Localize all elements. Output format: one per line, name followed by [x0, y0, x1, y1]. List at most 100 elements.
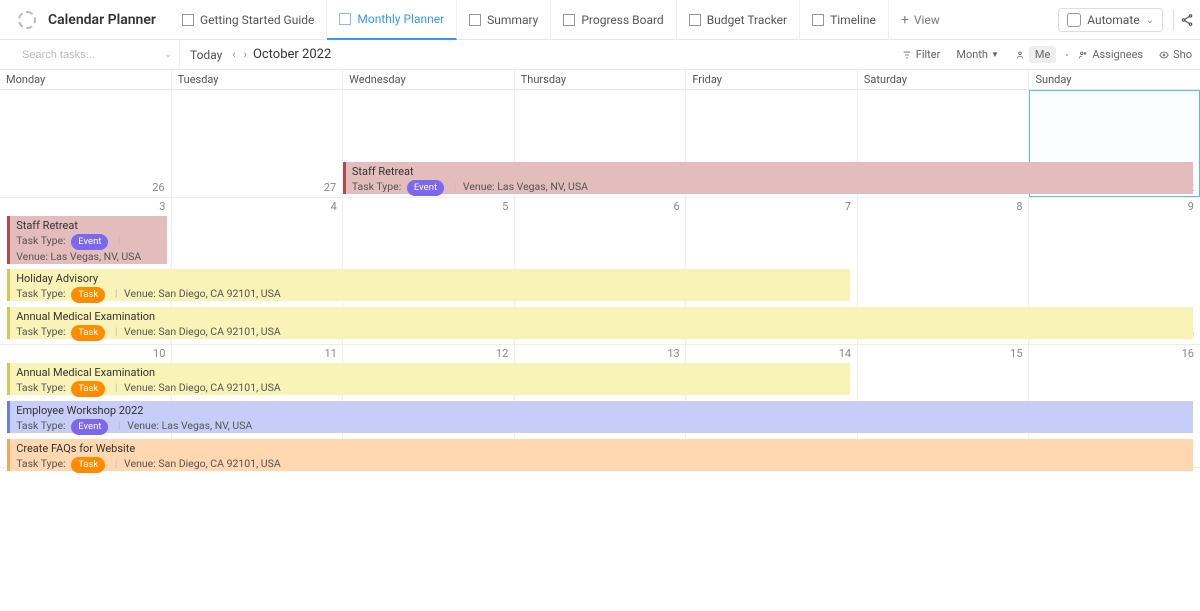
venue-label: Venue:	[124, 457, 156, 470]
event-title: Employee Workshop 2022	[16, 404, 1187, 418]
venue-label: Venue:	[124, 381, 156, 394]
tab-getting-started[interactable]: Getting Started Guide	[170, 0, 327, 40]
app-logo-icon	[18, 11, 36, 29]
venue-value: San Diego, CA 92101, USA	[158, 457, 280, 470]
prev-month-button[interactable]: ‹	[232, 48, 235, 61]
day-number: 26	[152, 181, 164, 194]
tab-monthly-planner[interactable]: Monthly Planner	[327, 0, 457, 40]
task-type-label: Task Type:	[352, 180, 401, 193]
task-type-label: Task Type:	[16, 381, 65, 394]
day-number-top: 12	[343, 345, 514, 363]
task-type-pill: Task	[71, 381, 105, 397]
automate-label: Automate	[1087, 13, 1139, 27]
day-number-top: 10	[0, 345, 171, 363]
day-number-top: 16	[1029, 345, 1200, 363]
show-button[interactable]: Sho	[1151, 48, 1200, 61]
venue-value: San Diego, CA 92101, USA	[158, 287, 280, 300]
view-mode-dropdown[interactable]: Month▼	[948, 48, 1007, 61]
task-type-pill: Event	[71, 234, 108, 250]
day-header: Wednesday	[343, 70, 515, 89]
chevron-down-icon[interactable]: ⌄	[164, 49, 172, 60]
assignees-filter[interactable]: Assignees	[1070, 48, 1151, 61]
page-title: Calendar Planner	[48, 12, 156, 28]
doc-icon	[182, 14, 194, 26]
tab-progress-board[interactable]: Progress Board	[551, 0, 676, 40]
task-type-pill: Event	[71, 419, 108, 435]
filter-icon	[902, 50, 912, 60]
divider	[1173, 9, 1174, 31]
list-icon	[469, 14, 481, 26]
venue-label: Venue:	[127, 419, 159, 432]
event-annual-medical[interactable]: Annual Medical Examination Task Type: Ta…	[7, 363, 849, 395]
venue-value: San Diego, CA 92101, USA	[158, 381, 280, 394]
event-meta: Task Type: Event | Venue: Las Vegas, NV,…	[16, 234, 161, 264]
event-meta: Task Type: Event | Venue: Las Vegas, NV,…	[352, 180, 1187, 196]
tab-label: Timeline	[830, 13, 876, 27]
event-staff-retreat[interactable]: Staff Retreat Task Type: Event | Venue: …	[343, 162, 1193, 194]
event-title: Staff Retreat	[352, 165, 1187, 179]
add-view-label: View	[914, 13, 940, 27]
task-type-label: Task Type:	[16, 419, 65, 432]
task-type-pill: Task	[71, 457, 105, 473]
tab-label: Budget Tracker	[707, 13, 787, 27]
me-label: Me	[1029, 46, 1056, 63]
task-type-label: Task Type:	[16, 234, 65, 247]
day-header: Friday	[686, 70, 858, 89]
filter-label: Filter	[916, 48, 941, 61]
day-number-top: 4	[171, 198, 342, 216]
meta-separator: |	[454, 180, 457, 193]
day-header: Saturday	[858, 70, 1030, 89]
day-cell[interactable]: 27	[172, 90, 344, 197]
meta-separator: |	[118, 419, 121, 432]
week-row: 10 11 12 13 14 15 16 Annual Medical Exam…	[0, 345, 1200, 468]
event-title: Annual Medical Examination	[16, 310, 1187, 324]
venue-value: Las Vegas, NV, USA	[162, 419, 253, 432]
event-employee-workshop[interactable]: Employee Workshop 2022 Task Type: Event …	[7, 401, 1193, 433]
share-icon[interactable]	[1180, 13, 1194, 27]
chevron-down-icon: ▼	[991, 50, 999, 59]
task-type-pill: Task	[71, 287, 105, 303]
event-meta: Task Type: Task | Venue: San Diego, CA 9…	[16, 381, 843, 397]
venue-value: Las Vegas, NV, USA	[497, 180, 588, 193]
me-filter[interactable]: Me	[1007, 46, 1064, 63]
search-input[interactable]	[22, 49, 164, 61]
task-type-label: Task Type:	[16, 457, 65, 470]
plus-icon: +	[901, 12, 909, 28]
tab-label: Getting Started Guide	[200, 13, 314, 27]
event-holiday-advisory[interactable]: Holiday Advisory Task Type: Task | Venue…	[7, 269, 849, 301]
tab-timeline[interactable]: Timeline	[800, 0, 889, 40]
event-create-faqs[interactable]: Create FAQs for Website Task Type: Task …	[7, 439, 1193, 471]
automate-button[interactable]: Automate ⌄	[1058, 8, 1163, 32]
event-title: Holiday Advisory	[16, 272, 843, 286]
event-meta: Task Type: Task | Venue: San Diego, CA 9…	[16, 325, 1187, 341]
venue-label: Venue:	[124, 325, 156, 338]
show-label: Sho	[1173, 48, 1192, 61]
tab-summary[interactable]: Summary	[457, 0, 551, 40]
event-annual-medical[interactable]: Annual Medical Examination Task Type: Ta…	[7, 307, 1193, 339]
meta-separator: |	[115, 287, 118, 300]
month-nav: ‹ ›	[232, 48, 247, 61]
person-icon	[1015, 50, 1025, 60]
current-month-label: October 2022	[253, 47, 331, 62]
day-number-top: 15	[857, 345, 1028, 363]
venue-value: San Diego, CA 92101, USA	[158, 325, 280, 338]
day-number-top: 8	[857, 198, 1028, 216]
task-type-label: Task Type:	[16, 287, 65, 300]
tab-budget-tracker[interactable]: Budget Tracker	[677, 0, 800, 40]
next-month-button[interactable]: ›	[244, 48, 247, 61]
event-staff-retreat[interactable]: Staff Retreat Task Type: Event | Venue: …	[7, 216, 167, 264]
meta-separator: |	[118, 234, 121, 247]
filter-bar: ⌄ Today ‹ › October 2022 Filter Month▼ M…	[0, 40, 1200, 70]
tab-label: Summary	[487, 13, 538, 27]
add-view-button[interactable]: + View	[889, 0, 952, 40]
today-button[interactable]: Today	[180, 48, 232, 62]
automate-icon	[1067, 13, 1081, 27]
task-type-pill: Event	[407, 180, 444, 196]
people-icon	[1078, 50, 1088, 60]
day-number-top: 6	[514, 198, 685, 216]
search-box[interactable]: ⌄	[0, 40, 180, 70]
assignees-label: Assignees	[1092, 48, 1143, 61]
day-cell[interactable]: 26	[0, 90, 172, 197]
filter-button[interactable]: Filter	[894, 48, 949, 61]
day-number-top: 5	[343, 198, 514, 216]
